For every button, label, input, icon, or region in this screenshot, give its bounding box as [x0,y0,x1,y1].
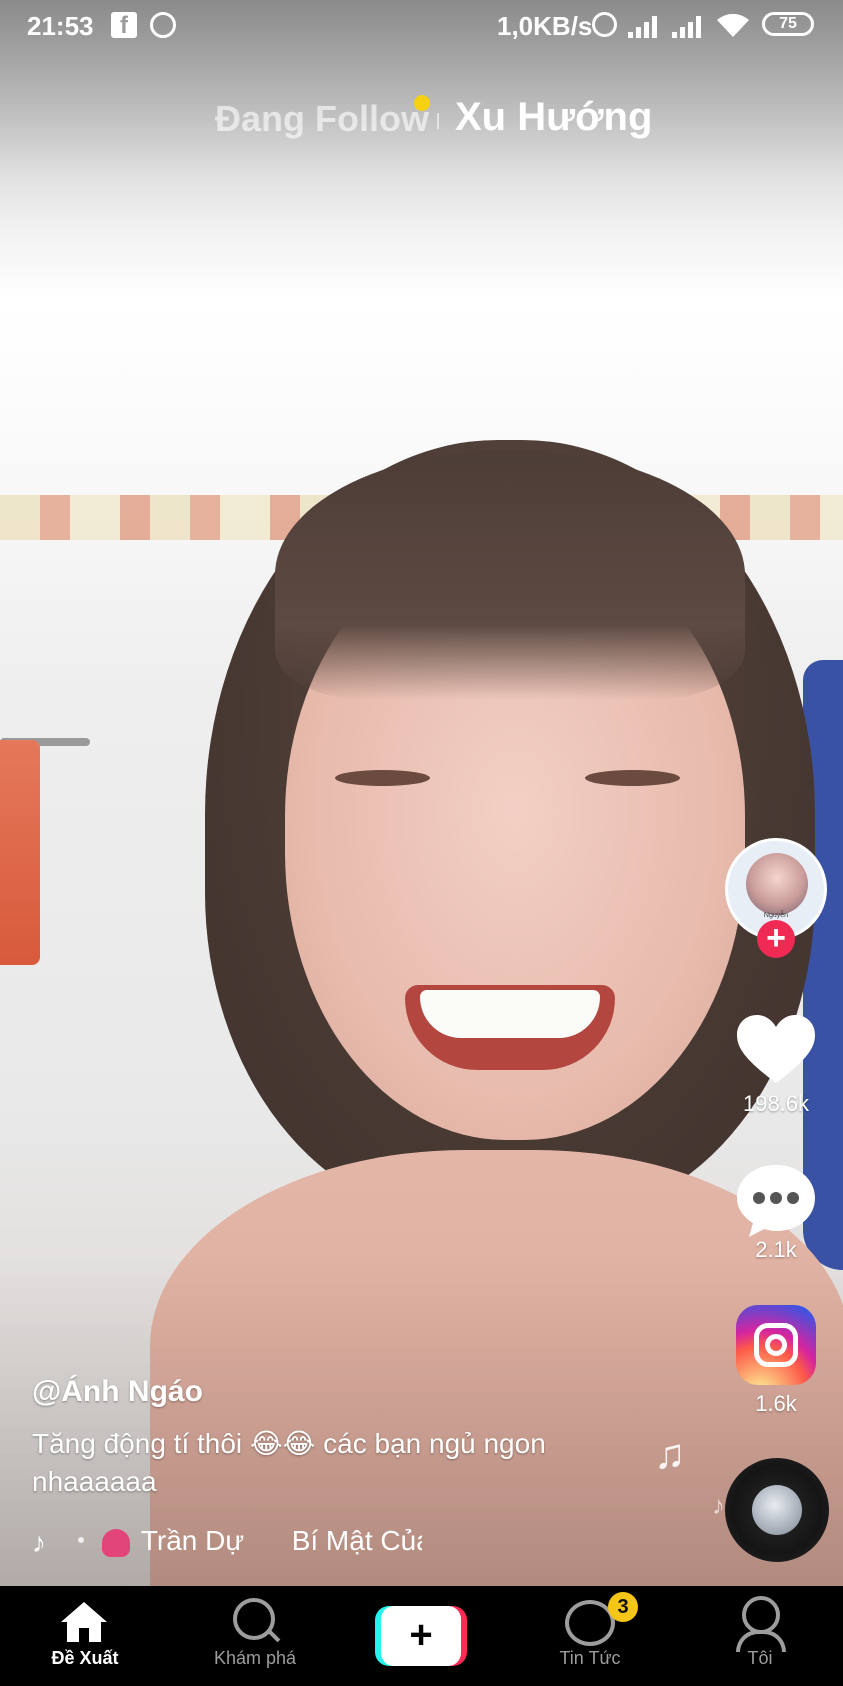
right-eye [585,770,680,786]
floating-note-icon: ♪ [712,1490,725,1520]
signal-icon [628,14,662,38]
nav-discover[interactable]: Khám phá [185,1586,325,1686]
nav-me-label: Tôi [747,1648,773,1668]
video-caption: Tăng động tí thôi 😂😂 các bạn ngủ ngon nh… [32,1428,546,1497]
comment-icon [730,1165,822,1237]
creator-username[interactable]: @Ánh Ngáo [32,1375,672,1409]
new-content-dot [414,95,430,111]
video-player[interactable] [0,0,843,1586]
ticker-dot [77,1536,84,1543]
nav-inbox-label: Tin Tức [559,1648,621,1668]
status-bar: 21:53 f 1,0KB/s 75 [0,0,843,52]
tab-divider [437,113,439,129]
instagram-icon [736,1305,816,1385]
music-disc-cover [752,1485,802,1535]
profile-icon [736,1596,786,1652]
inbox-badge: 3 [608,1592,638,1622]
music-disc[interactable] [725,1458,829,1562]
like-button[interactable]: 198.6k [730,1015,822,1117]
avatar-image [746,853,808,915]
comment-button[interactable]: 2.1k [730,1165,822,1263]
emoji-icon [101,1528,130,1557]
nav-me[interactable]: Tôi [690,1586,830,1686]
video-info: @Ánh Ngáo Tăng động tí thôi 😂😂 các bạn n… [32,1375,672,1501]
home-icon [61,1602,107,1642]
teeth [420,990,600,1038]
comment-count: 2.1k [755,1237,797,1262]
messenger-icon [150,12,176,38]
left-eye [335,770,430,786]
tab-trending[interactable]: Xu Hướng [455,95,652,140]
signal-icon [672,14,706,38]
status-time: 21:53 [27,11,94,41]
bottom-nav: Đề Xuất Khám phá + 3 Tin Tức Tôi [0,1586,843,1686]
tiktok-icon: ♪ [32,1526,46,1558]
nav-home[interactable]: Đề Xuất [15,1586,155,1686]
facebook-icon: f [111,12,137,39]
music-title: Bí Mật Của [291,1525,422,1556]
heart-icon [730,1015,822,1085]
alarm-icon [592,12,617,37]
towel [0,740,40,965]
music-ticker[interactable]: ♪ Trần Dự Bí Mật Của [32,1525,422,1565]
network-speed: 1,0KB/s [497,11,593,41]
nav-inbox[interactable]: 3 Tin Tức [520,1586,660,1686]
avatar-caption: Nguyễn [763,912,789,919]
like-count: 198.6k [742,1091,810,1116]
share-instagram-button[interactable]: 1.6k [730,1305,822,1417]
wifi-icon [717,13,749,37]
search-icon [233,1598,275,1640]
music-artist: Trần Dự [140,1525,245,1556]
battery-icon: 75 [762,12,814,36]
tab-following[interactable]: Đang Follow [215,98,429,140]
share-count: 1.6k [755,1391,797,1416]
nav-home-label: Đề Xuất [51,1648,119,1668]
nav-discover-label: Khám phá [213,1648,297,1668]
feed-tabs: Đang Follow Xu Hướng [0,95,843,155]
follow-button[interactable]: + [757,920,795,958]
create-button[interactable]: + [375,1606,467,1666]
person-bangs [275,450,745,700]
plus-icon: + [381,1606,461,1666]
